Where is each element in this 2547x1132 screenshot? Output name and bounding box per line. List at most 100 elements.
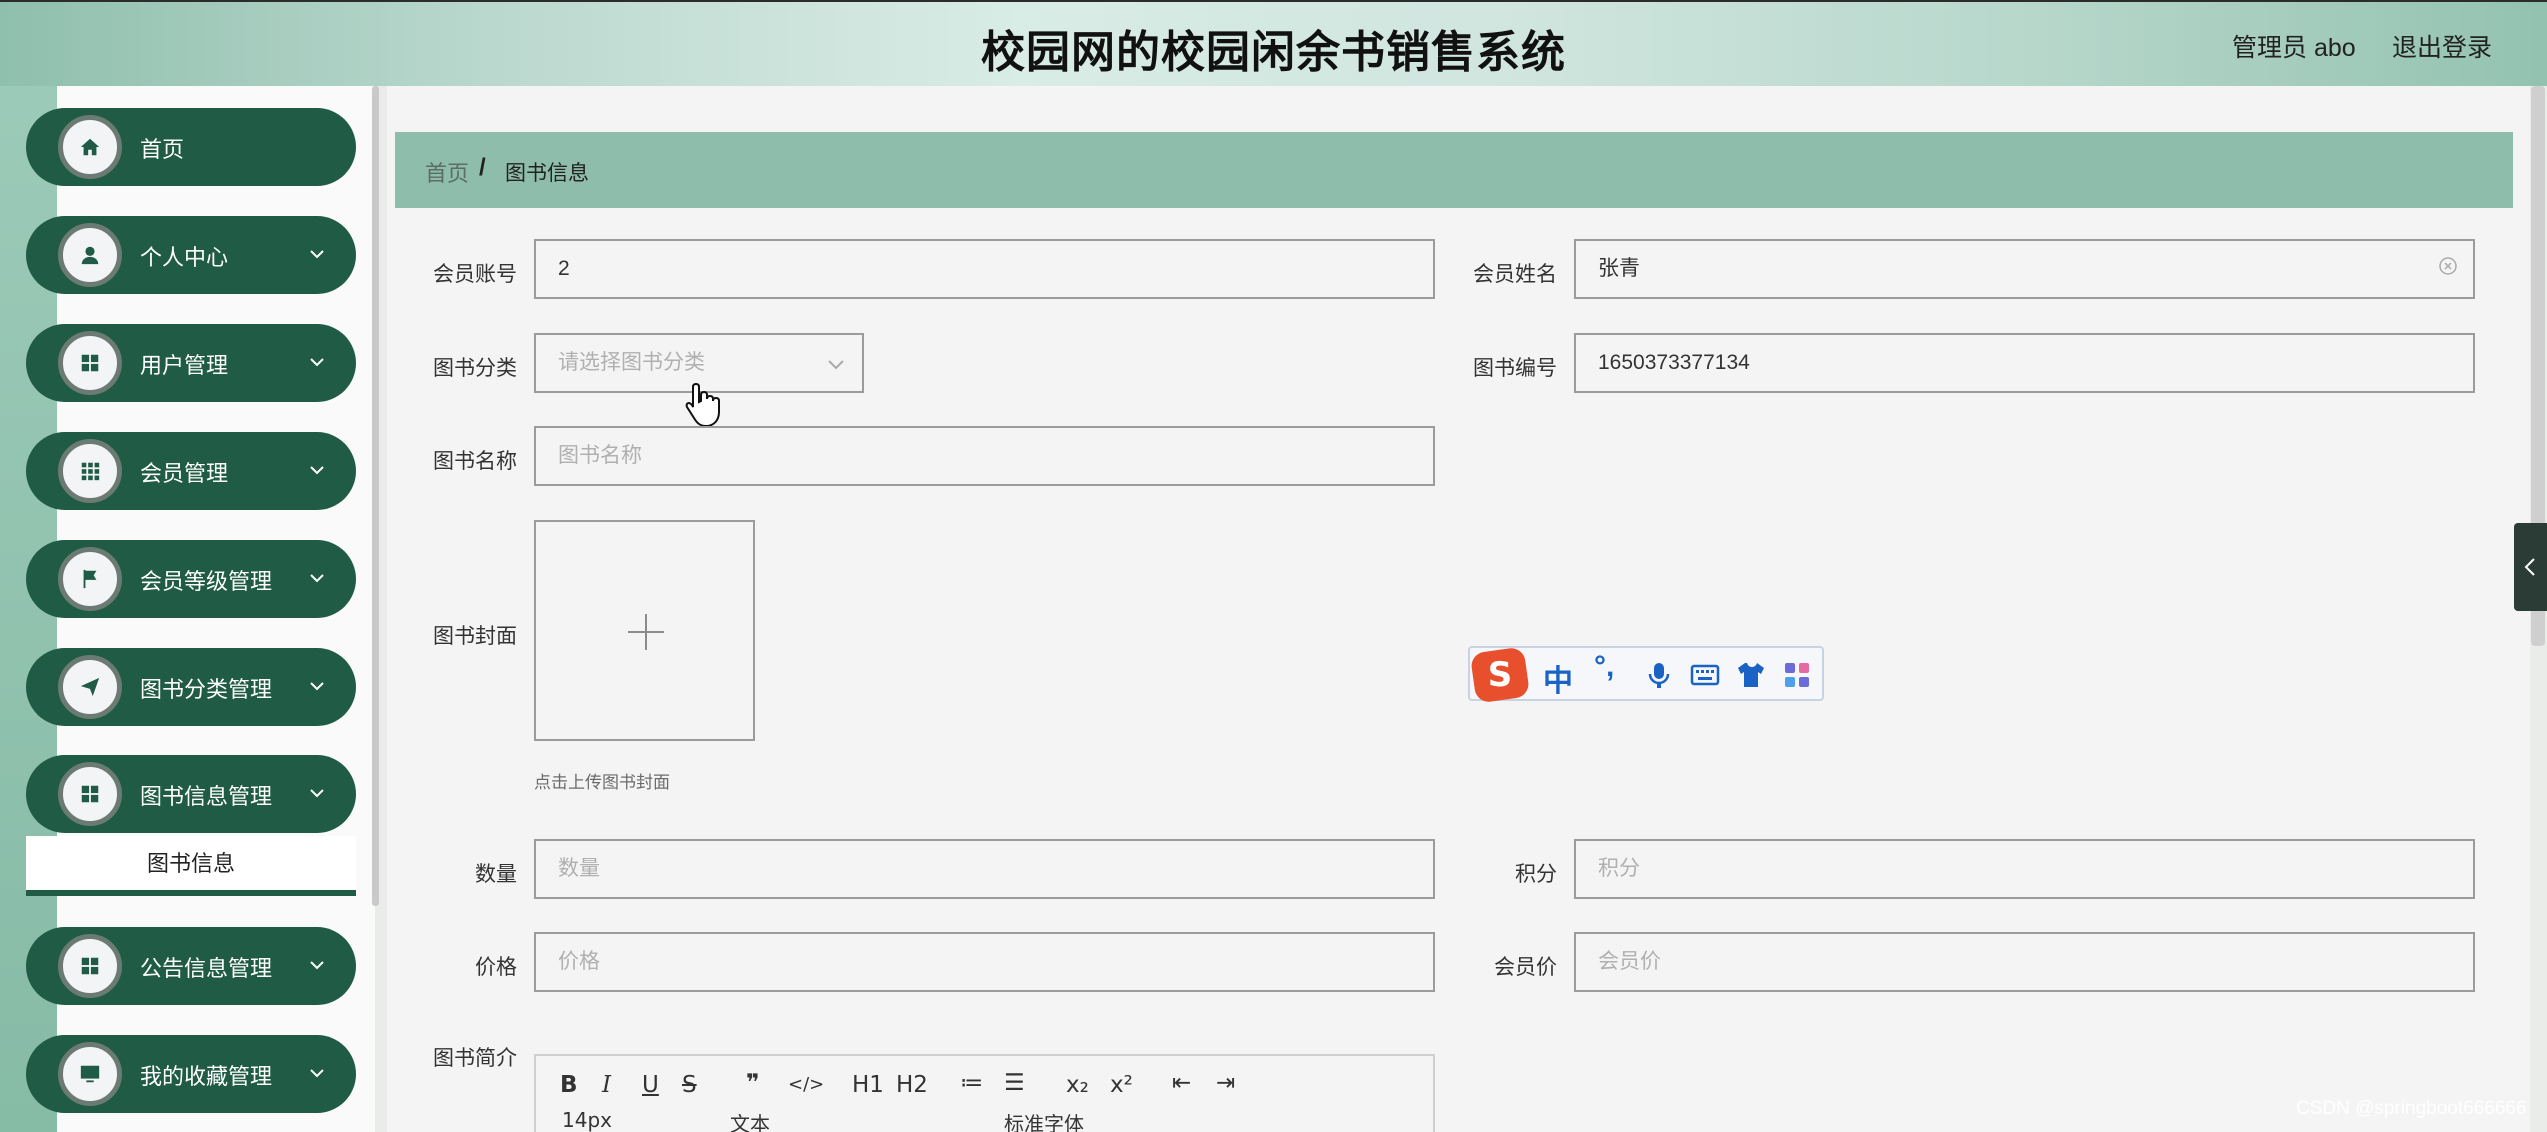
sidebar-item-label: 图书信息管理 (140, 784, 273, 809)
collapse-tab[interactable] (2514, 523, 2547, 611)
subscript-button[interactable]: x₂ (1066, 1072, 1089, 1098)
monitor-icon (58, 1042, 122, 1106)
send-icon (58, 655, 122, 719)
superscript-button[interactable]: x² (1110, 1072, 1133, 1098)
breadcrumb-separator: / (479, 154, 486, 181)
bullet-list-button[interactable]: ☰ (1004, 1070, 1025, 1096)
sidebar-item-member-management[interactable]: 会员管理 (26, 432, 356, 510)
ime-lang-toggle[interactable]: 中 (1543, 656, 1573, 700)
chevron-down-icon (310, 574, 324, 583)
flag-icon (58, 547, 122, 611)
apps-icon (58, 439, 122, 503)
sidebar-item-label: 图书分类管理 (140, 677, 273, 702)
toolbox-icon[interactable] (1782, 660, 1812, 690)
points-input[interactable]: 积分 (1574, 839, 2475, 899)
sidebar-item-home[interactable]: 首页 (26, 108, 356, 186)
chevron-down-icon (310, 466, 324, 475)
indent-button[interactable]: ⇥ (1216, 1070, 1235, 1096)
book-cover-label: 图书封面 (433, 625, 517, 648)
system-title: 校园网的校园闲余书销售系统 (981, 27, 1566, 78)
grid-icon (58, 934, 122, 998)
code-button[interactable]: </> (788, 1074, 824, 1095)
sidebar-item-label: 首页 (140, 137, 185, 162)
sidebar-item-label: 会员等级管理 (140, 569, 273, 594)
sogou-logo-icon: S (1471, 648, 1529, 702)
text-style-select[interactable]: 文本 (730, 1108, 770, 1132)
price-label: 价格 (475, 956, 517, 979)
member-name-label: 会员姓名 (1473, 263, 1557, 286)
sidebar-item-label: 公告信息管理 (140, 956, 273, 981)
member-price-label: 会员价 (1494, 956, 1557, 979)
skin-shirt-icon[interactable] (1736, 660, 1766, 690)
h1-button[interactable]: H1 (852, 1072, 884, 1098)
sidebar-item-label: 个人中心 (140, 245, 229, 270)
price-input[interactable]: 价格 (534, 932, 1435, 992)
sidebar-subitem-book-info[interactable]: 图书信息 (26, 836, 356, 896)
font-family-select[interactable]: 标准字体 (1004, 1108, 1084, 1132)
cover-upload-box[interactable] (534, 520, 755, 741)
member-price-input[interactable]: 会员价 (1574, 932, 2475, 992)
quantity-label: 数量 (475, 863, 517, 886)
keyboard-icon[interactable] (1690, 660, 1720, 690)
ime-punct-toggle[interactable]: °, (1594, 650, 1614, 684)
sidebar-item-label: 用户管理 (140, 353, 229, 378)
book-number-input[interactable]: 1650373377134 (1574, 333, 2475, 393)
clear-icon[interactable] (2438, 256, 2458, 276)
font-size-select[interactable]: 14px (562, 1108, 612, 1132)
watermark: CSDN @springboot666666 (2296, 1098, 2527, 1119)
ime-toolbar[interactable]: S 中 °, (1468, 646, 1824, 702)
strike-button[interactable]: S (682, 1072, 697, 1098)
upload-tip: 点击上传图书封面 (534, 773, 670, 792)
ordered-list-button[interactable]: ≔ (960, 1070, 983, 1096)
h2-button[interactable]: H2 (896, 1072, 928, 1098)
book-name-input[interactable]: 图书名称 (534, 426, 1435, 486)
user-icon (58, 223, 122, 287)
points-label: 积分 (1515, 863, 1557, 886)
sidebar-item-user-management[interactable]: 用户管理 (26, 324, 356, 402)
sidebar-item-label: 会员管理 (140, 461, 229, 486)
sidebar-item-favorites-management[interactable]: 我的收藏管理 (26, 1035, 356, 1113)
intro-label: 图书简介 (433, 1047, 517, 1070)
chevron-down-icon (828, 360, 844, 370)
plus-icon (645, 614, 647, 650)
member-account-input[interactable]: 2 (534, 239, 1435, 299)
svg-text:S: S (1488, 655, 1513, 695)
hand-cursor-icon (685, 382, 720, 428)
italic-button[interactable]: I (602, 1072, 611, 1098)
rich-text-editor[interactable]: B I U S ❞ </> H1 H2 ≔ ☰ x₂ x² ⇤ ⇥ 14px 文… (534, 1054, 1435, 1132)
top-header: 校园网的校园闲余书销售系统 管理员 abo 退出登录 (0, 0, 2547, 86)
bold-button[interactable]: B (560, 1072, 578, 1098)
sidebar-item-personal-center[interactable]: 个人中心 (26, 216, 356, 294)
breadcrumb: 首页 / 图书信息 (395, 132, 2513, 208)
quantity-input[interactable]: 数量 (534, 839, 1435, 899)
sidebar-scrollbar[interactable] (372, 86, 379, 906)
chevron-down-icon (310, 961, 324, 970)
sidebar-item-label: 我的收藏管理 (140, 1064, 273, 1089)
sidebar-item-book-category-management[interactable]: 图书分类管理 (26, 648, 356, 726)
microphone-icon[interactable] (1644, 660, 1674, 690)
grid-icon (58, 762, 122, 826)
member-name-input[interactable]: 张青 (1574, 239, 2475, 299)
blockquote-button[interactable]: ❞ (746, 1070, 760, 1096)
book-name-label: 图书名称 (433, 450, 517, 473)
sidebar-item-member-level-management[interactable]: 会员等级管理 (26, 540, 356, 618)
underline-button[interactable]: U (642, 1072, 659, 1098)
home-icon (58, 115, 122, 179)
book-category-label: 图书分类 (433, 357, 517, 380)
admin-label: 管理员 abo (2232, 34, 2356, 62)
member-account-label: 会员账号 (433, 263, 517, 286)
breadcrumb-home[interactable]: 首页 (425, 156, 469, 188)
chevron-left-icon (2524, 558, 2535, 576)
chevron-down-icon (310, 682, 324, 691)
chevron-down-icon (310, 789, 324, 798)
chevron-down-icon (310, 1069, 324, 1078)
breadcrumb-current: 图书信息 (505, 162, 589, 185)
logout-link[interactable]: 退出登录 (2392, 28, 2492, 64)
chevron-down-icon (310, 358, 324, 367)
grid-icon (58, 331, 122, 395)
sidebar-item-notice-management[interactable]: 公告信息管理 (26, 927, 356, 1005)
book-number-label: 图书编号 (1473, 357, 1557, 380)
sidebar-item-book-info-management[interactable]: 图书信息管理 (26, 755, 356, 833)
outdent-button[interactable]: ⇤ (1172, 1070, 1191, 1096)
chevron-down-icon (310, 250, 324, 259)
